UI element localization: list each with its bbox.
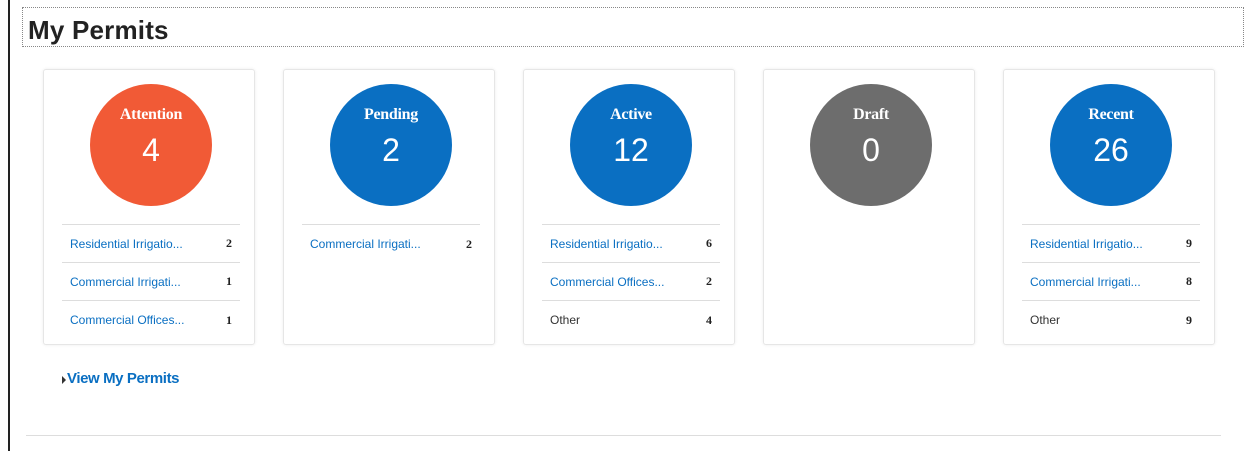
permit-type-other: Other	[1030, 313, 1061, 327]
list-item: Other 9	[1022, 301, 1200, 339]
status-count: 0	[862, 132, 880, 168]
permit-type-count: 2	[706, 274, 712, 288]
permit-type-list: Commercial Irrigati... 2	[302, 224, 480, 263]
status-card-draft: Draft 0	[763, 69, 975, 345]
status-label: Active	[610, 106, 652, 123]
permit-type-count: 2	[466, 236, 472, 251]
permit-type-count: 9	[1186, 236, 1192, 250]
list-item: Commercial Irrigati... 2	[302, 225, 480, 263]
list-item: Residential Irrigatio... 6	[542, 225, 720, 263]
left-border	[8, 0, 10, 451]
status-circle-draft[interactable]: Draft 0	[810, 84, 932, 206]
status-card-recent: Recent 26 Residential Irrigatio... 9 Com…	[1003, 69, 1215, 345]
status-card-attention: Attention 4 Residential Irrigatio... 2 C…	[43, 69, 255, 345]
permit-type-list: Residential Irrigatio... 6 Commercial Of…	[542, 224, 720, 339]
permit-type-count: 8	[1186, 274, 1192, 288]
permit-type-link[interactable]: Commercial Irrigati...	[70, 275, 181, 289]
section-divider	[26, 435, 1221, 436]
permit-type-link[interactable]: Residential Irrigatio...	[1030, 237, 1143, 251]
list-item: Residential Irrigatio... 2	[62, 225, 240, 263]
status-label: Recent	[1088, 106, 1134, 123]
permit-type-count: 4	[706, 312, 712, 327]
status-circle-attention[interactable]: Attention 4	[90, 84, 212, 206]
permit-type-list: Residential Irrigatio... 2 Commercial Ir…	[62, 224, 240, 339]
permit-type-count: 6	[706, 236, 712, 250]
permit-type-link[interactable]: Commercial Irrigati...	[1030, 275, 1141, 289]
permit-type-count: 1	[226, 274, 232, 288]
permit-type-count: 9	[1186, 312, 1192, 327]
status-count: 2	[382, 132, 400, 168]
status-circle-pending[interactable]: Pending 2	[330, 84, 452, 206]
status-label: Draft	[853, 106, 889, 123]
status-card-active: Active 12 Residential Irrigatio... 6 Com…	[523, 69, 735, 345]
list-item: Commercial Offices... 1	[62, 301, 240, 339]
status-count: 12	[613, 132, 649, 168]
status-circle-recent[interactable]: Recent 26	[1050, 84, 1172, 206]
permit-type-other: Other	[550, 313, 581, 327]
view-my-permits-link[interactable]: View My Permits	[61, 370, 180, 387]
list-item: Commercial Irrigati... 8	[1022, 263, 1200, 301]
permit-type-list: Residential Irrigatio... 9 Commercial Ir…	[1022, 224, 1200, 339]
list-item: Other 4	[542, 301, 720, 339]
status-label: Attention	[119, 106, 183, 123]
permit-type-count: 1	[226, 312, 232, 327]
status-label: Pending	[364, 106, 418, 123]
list-item: Commercial Irrigati... 1	[62, 263, 240, 301]
list-item: Commercial Offices... 2	[542, 263, 720, 301]
permit-type-link[interactable]: Commercial Offices...	[550, 275, 664, 289]
status-count: 4	[142, 132, 160, 168]
permit-type-link[interactable]: Residential Irrigatio...	[70, 237, 183, 251]
title-focus-outline	[22, 7, 1244, 47]
permit-type-link[interactable]: Commercial Irrigati...	[310, 237, 421, 251]
list-item: Residential Irrigatio... 9	[1022, 225, 1200, 263]
permit-type-link[interactable]: Commercial Offices...	[70, 313, 184, 327]
permit-type-count: 2	[226, 236, 232, 250]
status-count: 26	[1093, 132, 1129, 168]
page-title: My Permits	[28, 15, 169, 45]
status-circle-active[interactable]: Active 12	[570, 84, 692, 206]
view-my-permits-label: View My Permits	[67, 370, 180, 387]
status-card-pending: Pending 2 Commercial Irrigati... 2	[283, 69, 495, 345]
permit-type-link[interactable]: Residential Irrigatio...	[550, 237, 663, 251]
